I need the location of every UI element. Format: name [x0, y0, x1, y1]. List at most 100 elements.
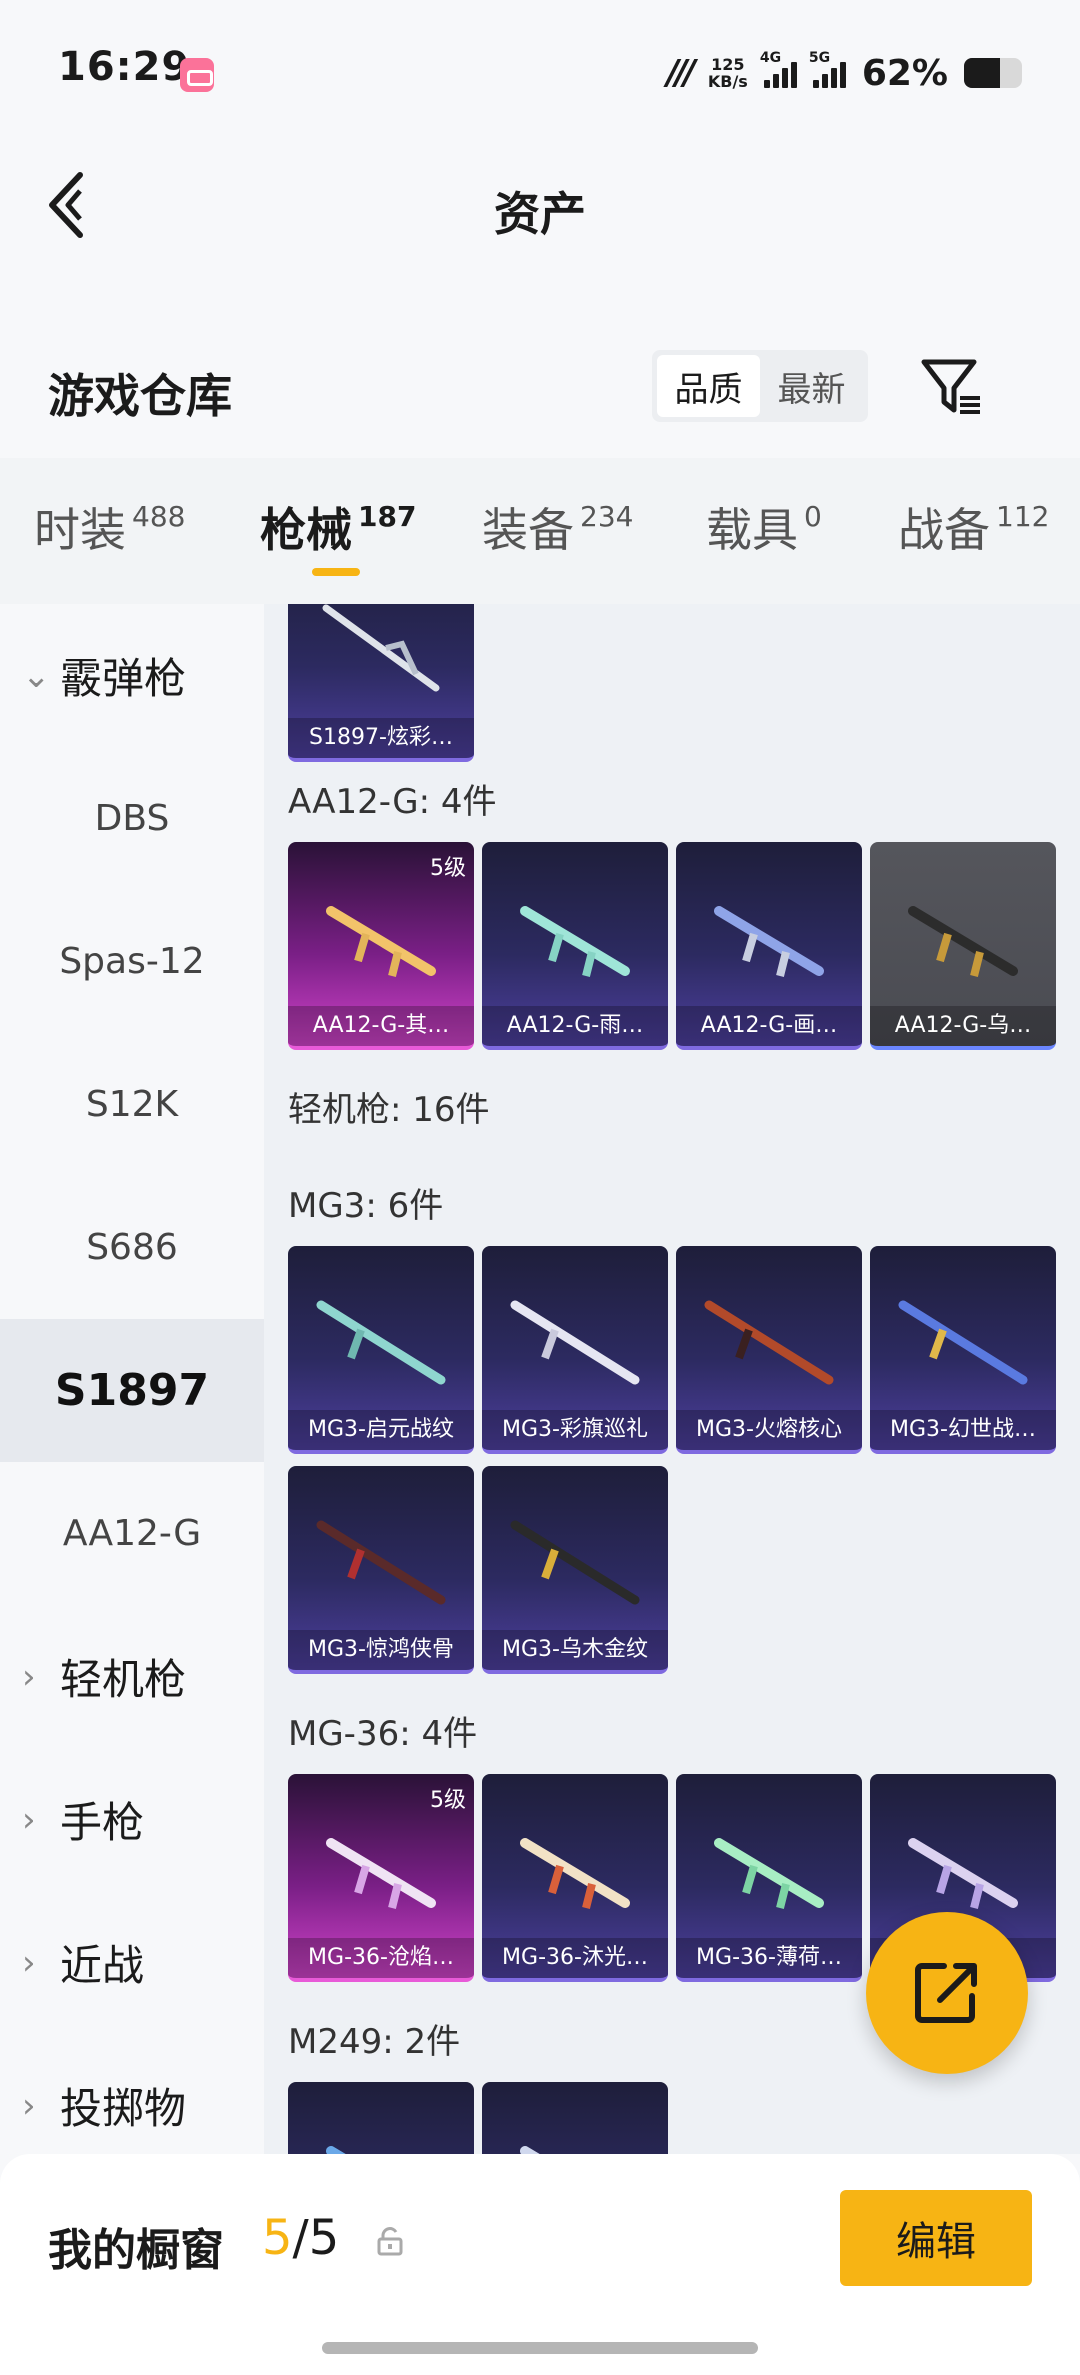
- network-speed-unit: KB/s: [707, 72, 748, 91]
- rifle-icon: [326, 906, 436, 977]
- sidebar-item-label: 霰弹枪: [60, 654, 187, 703]
- item-card[interactable]: MG3-乌木金纹: [482, 1466, 668, 1674]
- item-card[interactable]: 5级 MG-36-沧焰…: [288, 1774, 474, 1982]
- battery-percent: 62%: [861, 52, 948, 94]
- chevron-right-icon: ›: [22, 1799, 36, 1840]
- item-card[interactable]: MG3-彩旗巡礼: [482, 1246, 668, 1454]
- sidebar-item-s1897[interactable]: S1897: [0, 1319, 264, 1462]
- sidebar-category-melee[interactable]: › 近战: [0, 1891, 264, 2034]
- machine-gun-icon: [510, 1520, 640, 1605]
- item-card[interactable]: AA12-G-雨…: [482, 842, 668, 1050]
- signal-5g-label: 5G: [808, 50, 831, 66]
- item-card-name: MG-36-薄荷…: [676, 1938, 862, 1978]
- tab-fashion[interactable]: 时装 488: [34, 494, 185, 560]
- shotgun-icon: [322, 604, 440, 692]
- battery-icon: [964, 58, 1022, 88]
- chevron-right-icon: ›: [22, 1656, 36, 1697]
- filter-button[interactable]: [918, 352, 988, 422]
- sidebar-category-pistol[interactable]: › 手枪: [0, 1748, 264, 1891]
- sidebar-item-label: 近战: [60, 1941, 145, 1990]
- item-card-name: AA12-G-雨…: [482, 1006, 668, 1046]
- warehouse-title: 游戏仓库: [48, 369, 232, 423]
- lock-icon: [377, 2227, 403, 2256]
- item-card[interactable]: S1897-炫彩…: [288, 604, 474, 762]
- network-brand-icon: ///: [666, 53, 696, 93]
- machine-gun-icon: [316, 1300, 446, 1385]
- machine-gun-icon: [316, 1520, 446, 1605]
- title-bar: 资产: [0, 140, 1080, 270]
- tab-guns[interactable]: 枪械 187: [260, 494, 416, 560]
- sidebar-category-lmg[interactable]: › 轻机枪: [0, 1605, 264, 1748]
- tab-equipment[interactable]: 装备 234: [482, 494, 633, 560]
- share-button[interactable]: [866, 1912, 1028, 2074]
- section-label: 轻机枪: 16件: [288, 1090, 490, 1130]
- page-title: 资产: [494, 187, 586, 241]
- tab-supplies[interactable]: 战备 112: [898, 494, 1049, 560]
- section-label: MG3: 6件: [288, 1186, 444, 1226]
- item-card[interactable]: MG3-惊鸿侠骨: [288, 1466, 474, 1674]
- network-speed-value: 125: [711, 55, 745, 74]
- sidebar-item-s686[interactable]: S686: [0, 1176, 264, 1319]
- item-card-name: AA12-G-画…: [676, 1006, 862, 1046]
- rifle-icon: [908, 906, 1018, 977]
- item-card[interactable]: MG-36-沐光…: [482, 1774, 668, 1982]
- item-card[interactable]: 5级 AA12-G-其…: [288, 842, 474, 1050]
- item-card-name: MG-36-沧焰…: [288, 1938, 474, 1978]
- sidebar-item-label: 手枪: [60, 1798, 145, 1847]
- chevron-down-icon: ⌄: [22, 655, 51, 696]
- machine-gun-icon: [704, 1300, 834, 1385]
- sort-quality-button[interactable]: 品质: [657, 355, 760, 417]
- share-icon: [915, 1963, 977, 2023]
- item-card-name: MG3-幻世战…: [870, 1410, 1056, 1450]
- status-indicators: /// 125 KB/s 4G 5G 62%: [667, 48, 1022, 98]
- sidebar-item-s12k[interactable]: S12K: [0, 1033, 264, 1176]
- item-card[interactable]: MG-36-薄荷…: [676, 1774, 862, 1982]
- signal-5g-icon: 5G: [809, 50, 846, 88]
- section-label: AA12-G: 4件: [288, 782, 497, 822]
- item-card-name: MG3-彩旗巡礼: [482, 1410, 668, 1450]
- item-card[interactable]: AA12-G-乌…: [870, 842, 1056, 1050]
- item-card-name: MG3-火熔核心: [676, 1410, 862, 1450]
- sidebar-item-spas12[interactable]: Spas-12: [0, 890, 264, 1033]
- tab-label: 战备: [898, 503, 990, 557]
- rifle-icon: [714, 1838, 824, 1909]
- status-time: 16:29: [58, 44, 191, 90]
- tab-label: 载具: [706, 503, 798, 557]
- item-card[interactable]: MG3-启元战纹: [288, 1246, 474, 1454]
- active-tab-indicator: [312, 568, 360, 576]
- edit-button[interactable]: 编辑: [840, 2190, 1032, 2286]
- showcase-count-total: 5: [308, 2210, 340, 2266]
- item-card-name: MG3-乌木金纹: [482, 1630, 668, 1670]
- rifle-icon: [326, 1838, 436, 1909]
- filter-icon: [921, 359, 980, 414]
- showcase-title: 我的橱窗: [48, 2225, 224, 2276]
- section-label: MG-36: 4件: [288, 1714, 478, 1754]
- tab-vehicles[interactable]: 载具 0: [706, 494, 822, 560]
- rifle-icon: [520, 2146, 540, 2154]
- section-label: M249: 2件: [288, 2022, 461, 2062]
- showcase-count-separator: /: [292, 2210, 309, 2266]
- warehouse-header: 游戏仓库 品质 最新: [0, 340, 1080, 440]
- item-card-name: MG3-惊鸿侠骨: [288, 1630, 474, 1670]
- item-card-name: S1897-炫彩…: [288, 718, 474, 758]
- item-card[interactable]: MG3-幻世战…: [870, 1246, 1056, 1454]
- home-indicator[interactable]: [322, 2342, 758, 2354]
- tab-count: 488: [132, 499, 186, 533]
- chevron-right-icon: ›: [22, 2085, 36, 2126]
- tab-label: 时装: [34, 503, 126, 557]
- item-card-name: MG3-启元战纹: [288, 1410, 474, 1450]
- sort-toggle: 品质 最新: [652, 350, 868, 422]
- item-card[interactable]: [288, 2082, 474, 2154]
- category-tabs: 时装 488 枪械 187 装备 234 载具 0 战备 112: [0, 458, 1080, 604]
- item-card[interactable]: MG3-火熔核心: [676, 1246, 862, 1454]
- sort-newest-button[interactable]: 最新: [760, 355, 863, 417]
- chevron-right-icon: ›: [22, 1942, 36, 1983]
- showcase-count: 5/5: [262, 2210, 339, 2266]
- tab-count: 112: [996, 499, 1050, 533]
- sidebar-item-dbs[interactable]: DBS: [0, 747, 264, 890]
- item-card[interactable]: [482, 2082, 668, 2154]
- item-card[interactable]: AA12-G-画…: [676, 842, 862, 1050]
- sidebar-item-aa12g[interactable]: AA12-G: [0, 1462, 264, 1605]
- sidebar-category-shotgun[interactable]: ⌄ 霰弹枪: [0, 604, 264, 747]
- tab-count: 0: [804, 499, 822, 533]
